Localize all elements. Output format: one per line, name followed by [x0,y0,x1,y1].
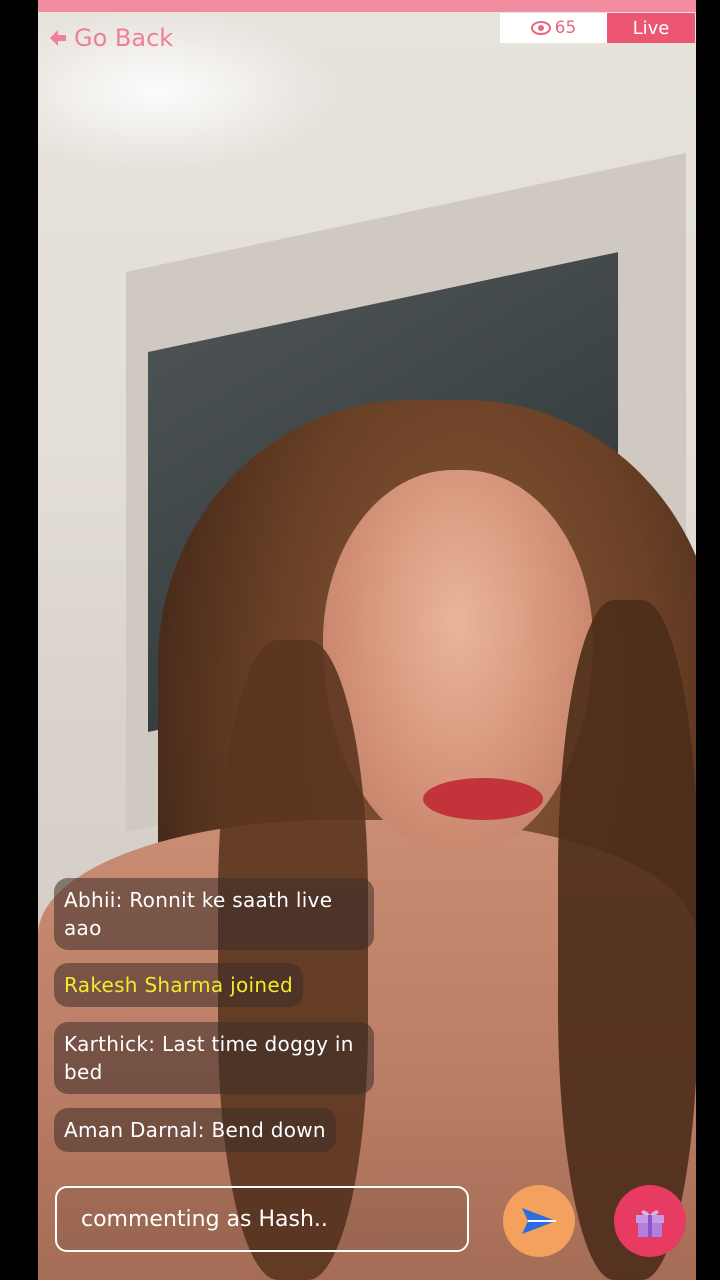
chat-join-text: Rakesh Sharma joined [64,973,293,997]
chat-message: Abhii: Ronnit ke saath live aao [54,878,374,950]
streamer-lips [423,778,543,820]
streamer-hair-right [558,600,696,1280]
top-accent-bar [38,0,696,12]
send-icon [522,1208,556,1234]
chat-message-text: Abhii: Ronnit ke saath live aao [64,888,333,940]
arrow-left-icon [50,30,66,46]
comment-field-container [55,1186,469,1252]
gift-button[interactable] [614,1185,686,1257]
eye-icon [530,21,551,35]
chat-message: Karthick: Last time doggy in bed [54,1022,374,1094]
chat-join-notice: Rakesh Sharma joined [54,963,303,1007]
viewer-count: 65 [554,18,577,38]
go-back-button[interactable]: Go Back [48,22,173,54]
streamer-hair-left [218,640,368,1280]
chat-message: Aman Darnal: Bend down [54,1108,336,1152]
chat-message-text: Karthick: Last time doggy in bed [64,1032,354,1084]
send-button[interactable] [503,1185,575,1257]
gift-icon [636,1210,664,1237]
live-badge: Live [607,13,695,43]
viewer-count-badge: 65 [500,13,607,43]
live-label: Live [632,17,670,39]
comment-input[interactable] [79,1205,443,1233]
go-back-label: Go Back [74,24,174,52]
chat-message-text: Aman Darnal: Bend down [64,1118,326,1142]
